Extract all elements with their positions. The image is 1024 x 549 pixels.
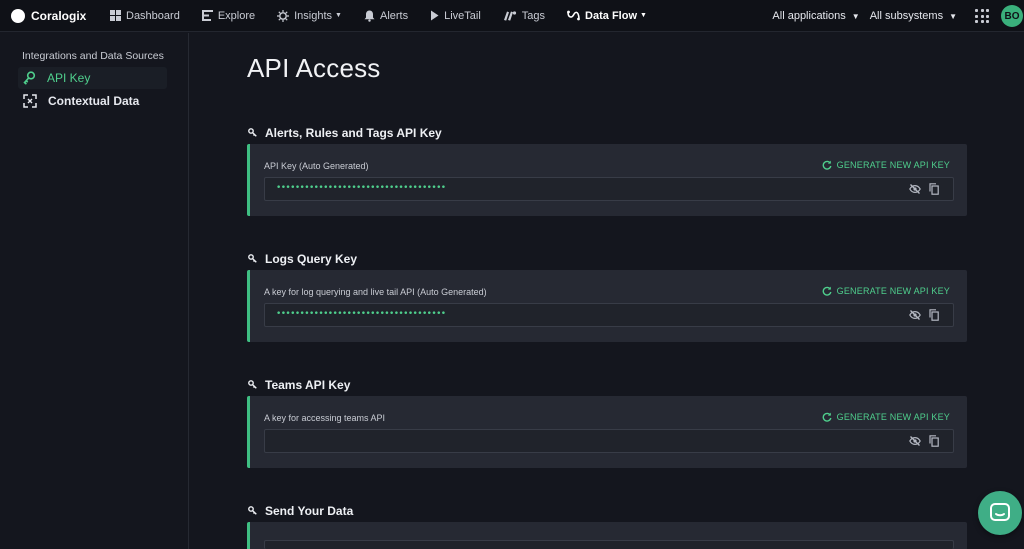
nav-item-explore[interactable]: Explore [201, 9, 256, 22]
main-nav: Dashboard Explore Insights ▼ Alerts Live… [110, 0, 669, 32]
api-key-value: •••••••••••••••••••••••••••••••••••• [276, 183, 446, 193]
logo-icon [11, 8, 25, 23]
generate-new-api-key-button[interactable]: GENERATE NEW API KEY [822, 160, 950, 170]
subsystems-dropdown-label: All subsystems [869, 10, 944, 22]
nav-item-label: Explore [217, 9, 256, 22]
section-title-text: Teams API Key [265, 378, 351, 392]
nav-item-alerts[interactable]: Alerts [364, 10, 408, 22]
generate-button-label: GENERATE NEW API KEY [836, 286, 950, 296]
top-navigation-bar: Coralogix Dashboard Explore Insights ▼ A… [0, 0, 1024, 32]
chevron-down-icon: ▼ [949, 11, 957, 21]
key-icon [248, 380, 257, 389]
nav-item-insights[interactable]: Insights ▼ [277, 9, 342, 22]
dashboard-icon [110, 10, 121, 21]
api-key-card-logs-query: A key for log querying and live tail API… [247, 270, 967, 342]
api-key-field[interactable]: •••••••••••••••••••••••••••••••••••• [264, 177, 954, 201]
api-key-card-send-data [247, 522, 967, 549]
sidebar-item-label: Contextual Data [48, 94, 140, 108]
nav-item-dashboard[interactable]: Dashboard [110, 10, 180, 22]
refresh-icon [822, 412, 832, 422]
nav-item-label: Alerts [379, 9, 409, 22]
chevron-down-icon: ▼ [851, 11, 860, 21]
chevron-down-icon: ▼ [335, 12, 342, 19]
nav-item-label: Tags [521, 9, 546, 22]
api-key-card-teams: A key for accessing teams API GENERATE N… [247, 396, 967, 468]
card-label: A key for accessing teams API [264, 413, 386, 423]
generate-button-label: GENERATE NEW API KEY [836, 160, 950, 170]
refresh-icon [822, 286, 832, 296]
logo-text: Coralogix [31, 8, 87, 23]
avatar[interactable]: BO [1001, 5, 1023, 27]
data-flow-icon [567, 10, 580, 21]
copy-icon[interactable] [929, 183, 939, 195]
key-icon [23, 71, 36, 85]
section-title-alerts-key: Alerts, Rules and Tags API Key [248, 126, 442, 140]
insights-icon [277, 9, 290, 22]
copy-icon[interactable] [929, 309, 939, 321]
api-key-field[interactable]: •••••••••••••••••••••••••••••••••••• [264, 303, 954, 327]
api-key-field[interactable] [264, 429, 954, 453]
chat-icon [990, 503, 1010, 521]
nav-item-label: LiveTail [444, 9, 481, 22]
section-title-text: Send Your Data [265, 504, 354, 518]
nav-item-label: Dashboard [126, 9, 180, 22]
eye-off-icon[interactable] [909, 309, 921, 321]
contextual-data-icon [23, 94, 37, 108]
top-right-controls: All applications ▼ All subsystems ▼ BO [772, 0, 1024, 32]
bell-icon [364, 10, 375, 22]
chat-support-button[interactable] [978, 491, 1022, 535]
section-title-text: Alerts, Rules and Tags API Key [265, 126, 442, 140]
refresh-icon [822, 160, 832, 170]
nav-item-label: Insights [294, 9, 333, 22]
api-key-value: •••••••••••••••••••••••••••••••••••• [276, 309, 446, 319]
logo[interactable]: Coralogix [11, 8, 110, 23]
key-icon [248, 506, 257, 515]
nav-item-data-flow[interactable]: Data Flow ▼ [567, 10, 647, 22]
sidebar-heading: Integrations and Data Sources [22, 50, 164, 62]
nav-item-label: Data Flow [585, 9, 637, 22]
generate-new-api-key-button[interactable]: GENERATE NEW API KEY [822, 286, 950, 296]
apps-grid-icon[interactable] [975, 9, 989, 23]
sidebar: Integrations and Data Sources API Key Co… [0, 33, 189, 549]
page-title: API Access [247, 53, 381, 83]
api-key-field[interactable] [264, 540, 954, 549]
card-label: API Key (Auto Generated) [264, 161, 369, 171]
card-label: A key for log querying and live tail API… [264, 287, 487, 297]
subsystems-dropdown[interactable]: All subsystems ▼ [870, 10, 957, 22]
sidebar-item-api-key[interactable]: API Key [18, 67, 167, 89]
section-title-logs-query-key: Logs Query Key [248, 252, 357, 266]
applications-dropdown-label: All applications [772, 10, 846, 22]
section-title-send-your-data: Send Your Data [248, 504, 353, 518]
section-title-teams-api-key: Teams API Key [248, 378, 350, 392]
generate-button-label: GENERATE NEW API KEY [836, 412, 950, 422]
nav-item-tags[interactable]: Tags [503, 10, 545, 22]
api-key-card-alerts: API Key (Auto Generated) GENERATE NEW AP… [247, 144, 967, 216]
sidebar-item-contextual-data[interactable]: Contextual Data [18, 90, 167, 112]
key-icon [248, 128, 257, 137]
applications-dropdown[interactable]: All applications ▼ [772, 10, 859, 22]
sidebar-item-label: API Key [47, 71, 91, 85]
generate-new-api-key-button[interactable]: GENERATE NEW API KEY [822, 412, 950, 422]
play-icon [431, 10, 439, 21]
chevron-down-icon: ▼ [640, 12, 647, 19]
nav-item-livetail[interactable]: LiveTail [430, 10, 481, 22]
explore-icon [201, 10, 213, 21]
tags-icon [503, 11, 516, 21]
eye-off-icon[interactable] [909, 435, 921, 447]
section-title-text: Logs Query Key [265, 252, 358, 266]
eye-off-icon[interactable] [909, 183, 921, 195]
copy-icon[interactable] [929, 435, 939, 447]
key-icon [248, 254, 257, 263]
